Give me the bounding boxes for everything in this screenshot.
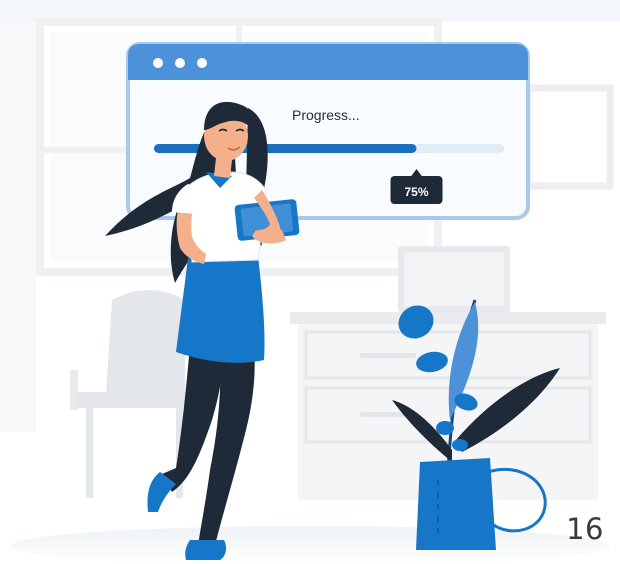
window-titlebar: [128, 44, 528, 80]
illustration: Progress... 75%: [0, 0, 620, 564]
window-dot-icon: [175, 58, 185, 68]
window-dot-icon: [153, 58, 163, 68]
plant-pot: [416, 458, 496, 550]
progress-title: Progress...: [292, 107, 360, 123]
page-number: 16: [566, 512, 604, 546]
progress-fill: [154, 144, 417, 153]
wall-picture: [524, 84, 614, 190]
background-chair: [70, 290, 194, 498]
progress-percent-label: 75%: [404, 185, 428, 199]
window-dot-icon: [197, 58, 207, 68]
